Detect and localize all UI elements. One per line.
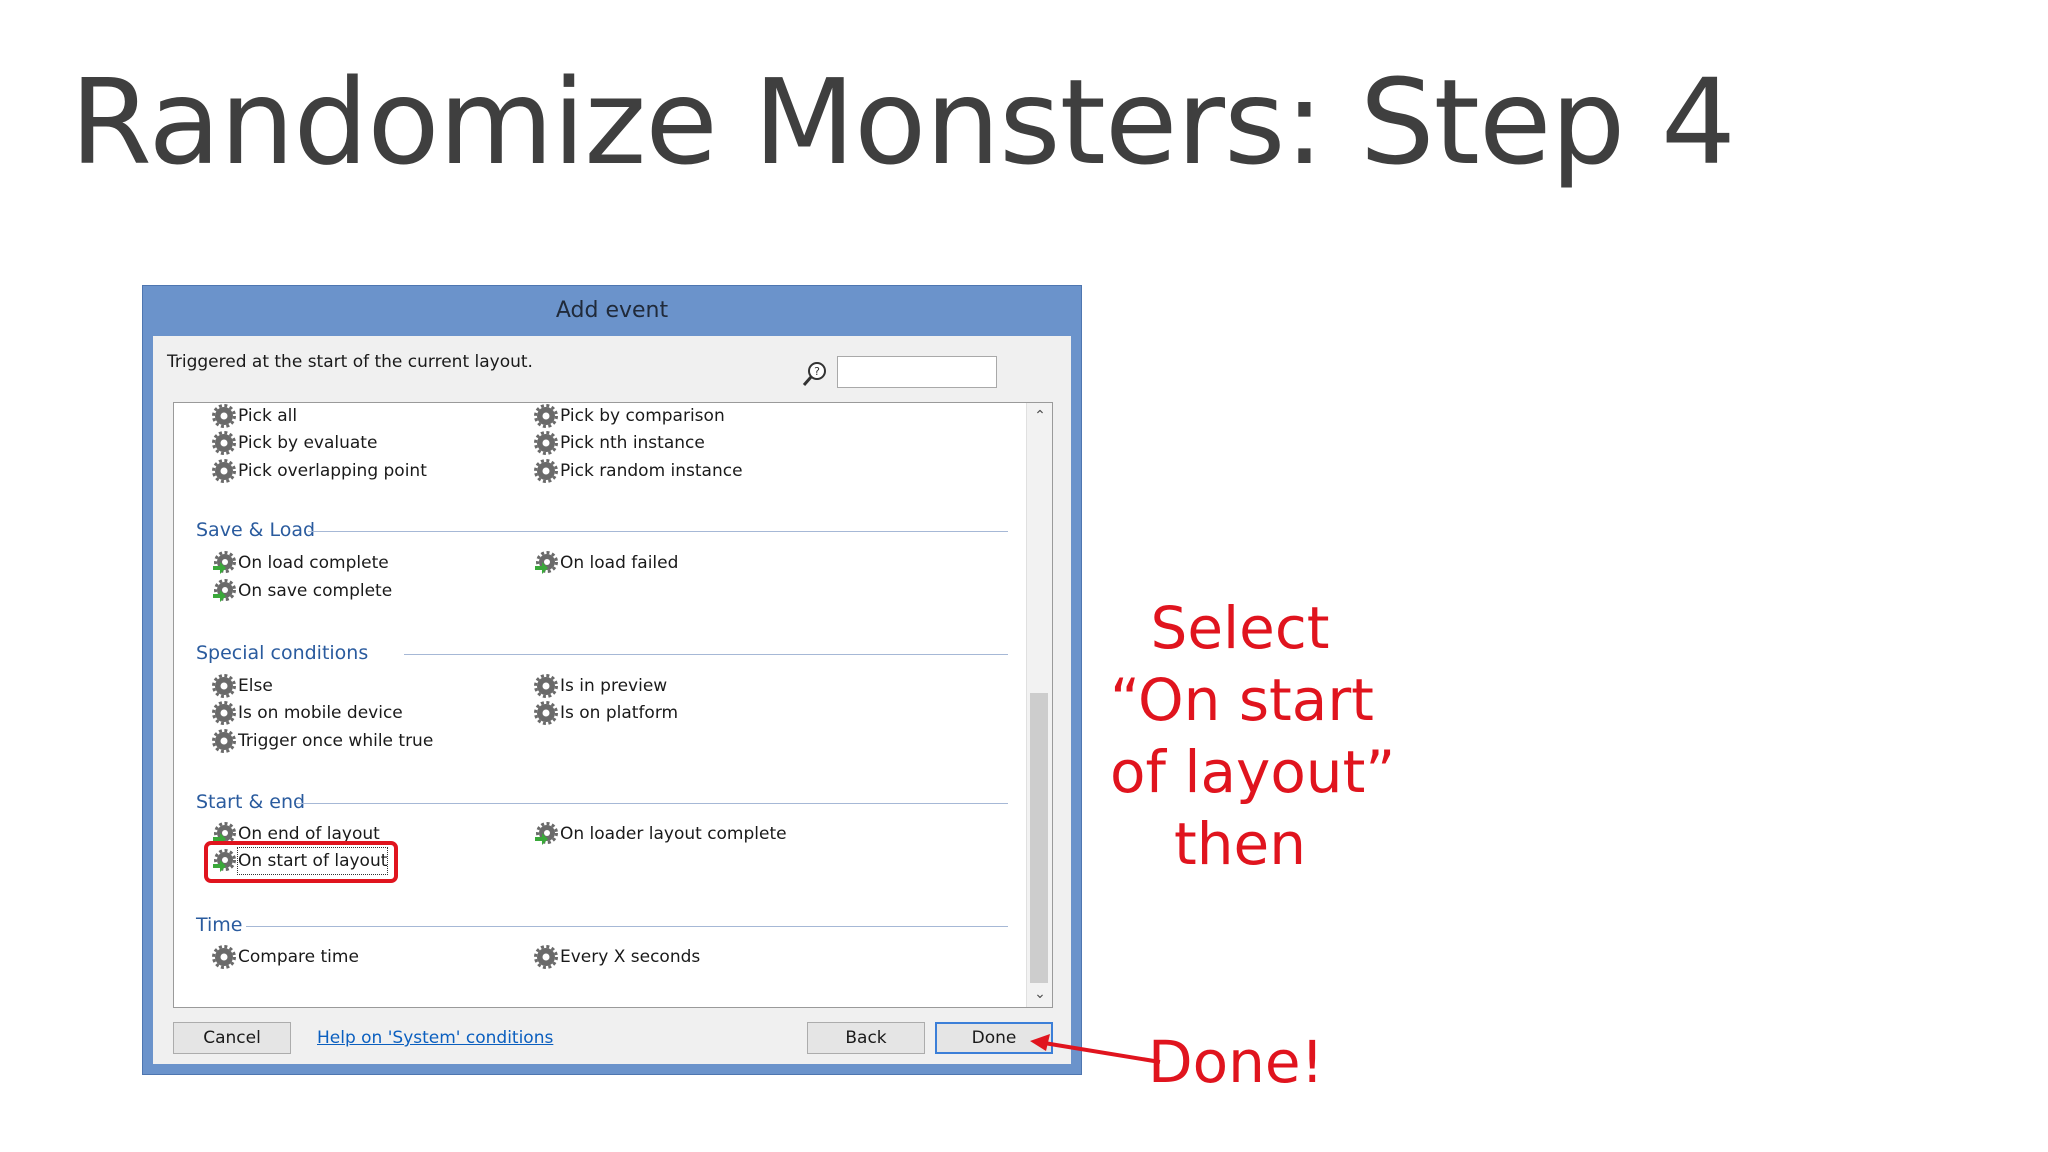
search-input[interactable] bbox=[837, 356, 997, 388]
dialog-title: Add event bbox=[555, 298, 669, 323]
gear-icon bbox=[212, 431, 236, 455]
list-item[interactable]: Is on platform bbox=[534, 700, 678, 726]
slide-title: Randomize Monsters: Step 4 bbox=[70, 53, 1736, 191]
section-header-time: Time bbox=[196, 914, 243, 936]
annotation-line: then bbox=[1174, 810, 1306, 878]
section-divider bbox=[308, 531, 1008, 532]
gear-icon bbox=[212, 701, 236, 725]
list-item[interactable]: Every X seconds bbox=[534, 944, 700, 970]
list-item[interactable]: Pick by evaluate bbox=[212, 430, 377, 456]
gear-icon bbox=[212, 404, 236, 428]
annotation-line: “On start bbox=[1110, 666, 1374, 734]
gear-icon bbox=[534, 404, 558, 428]
list-item[interactable]: Pick by comparison bbox=[534, 403, 725, 429]
search-help-icon[interactable]: ? bbox=[801, 360, 829, 388]
gear-icon bbox=[534, 701, 558, 725]
gear-icon bbox=[534, 945, 558, 969]
conditions-list: Pick all Pick by comparison Pick by eval… bbox=[173, 402, 1053, 1008]
section-header-start-end: Start & end bbox=[196, 791, 306, 813]
list-item[interactable]: On load failed bbox=[534, 550, 678, 576]
instruction-annotation: Select “On start of layout” then bbox=[1110, 592, 1396, 880]
list-item[interactable]: On load complete bbox=[212, 550, 389, 576]
gear-arrow-icon bbox=[535, 551, 558, 574]
list-item[interactable]: Else bbox=[212, 673, 273, 699]
section-divider bbox=[296, 803, 1008, 804]
scroll-thumb[interactable] bbox=[1030, 693, 1048, 983]
list-item[interactable]: Is in preview bbox=[534, 673, 667, 699]
gear-icon bbox=[212, 729, 236, 753]
gear-icon bbox=[212, 459, 236, 483]
annotation-line: of layout” bbox=[1110, 738, 1396, 806]
section-header-special-conditions: Special conditions bbox=[196, 642, 369, 664]
list-item[interactable]: Pick nth instance bbox=[534, 430, 705, 456]
list-item[interactable]: Is on mobile device bbox=[212, 700, 403, 726]
svg-text:?: ? bbox=[814, 365, 820, 378]
add-event-dialog: Add event Triggered at the start of the … bbox=[142, 285, 1082, 1075]
list-item[interactable]: Pick overlapping point bbox=[212, 458, 427, 484]
scroll-down-icon[interactable]: ⌄ bbox=[1027, 981, 1052, 1007]
list-item[interactable]: Compare time bbox=[212, 944, 359, 970]
list-item[interactable]: On loader layout complete bbox=[534, 821, 787, 847]
scroll-up-icon[interactable]: ⌃ bbox=[1027, 403, 1052, 429]
list-item[interactable]: Pick all bbox=[212, 403, 297, 429]
done-annotation: Done! bbox=[1148, 1028, 1324, 1096]
arrow-icon bbox=[1030, 1034, 1161, 1064]
list-item[interactable]: Pick random instance bbox=[534, 458, 743, 484]
back-button[interactable]: Back bbox=[807, 1022, 925, 1054]
list-item[interactable]: On save complete bbox=[212, 578, 392, 604]
cancel-button[interactable]: Cancel bbox=[173, 1022, 291, 1054]
event-description: Triggered at the start of the current la… bbox=[167, 352, 533, 372]
gear-icon bbox=[212, 674, 236, 698]
gear-icon bbox=[534, 459, 558, 483]
section-divider bbox=[246, 926, 1008, 927]
section-divider bbox=[404, 654, 1008, 655]
gear-icon bbox=[534, 674, 558, 698]
gear-arrow-icon bbox=[213, 579, 236, 602]
gear-icon bbox=[534, 431, 558, 455]
annotation-line: Select bbox=[1150, 594, 1330, 662]
dialog-body: Triggered at the start of the current la… bbox=[153, 336, 1071, 1064]
gear-arrow-icon bbox=[535, 822, 558, 845]
vertical-scrollbar[interactable]: ⌃ ⌄ bbox=[1026, 403, 1052, 1007]
section-header-save-load: Save & Load bbox=[196, 519, 316, 541]
help-link[interactable]: Help on 'System' conditions bbox=[317, 1028, 553, 1048]
gear-icon bbox=[212, 945, 236, 969]
list-item[interactable]: Trigger once while true bbox=[212, 728, 433, 754]
selection-highlight-box bbox=[204, 841, 398, 883]
gear-arrow-icon bbox=[213, 551, 236, 574]
